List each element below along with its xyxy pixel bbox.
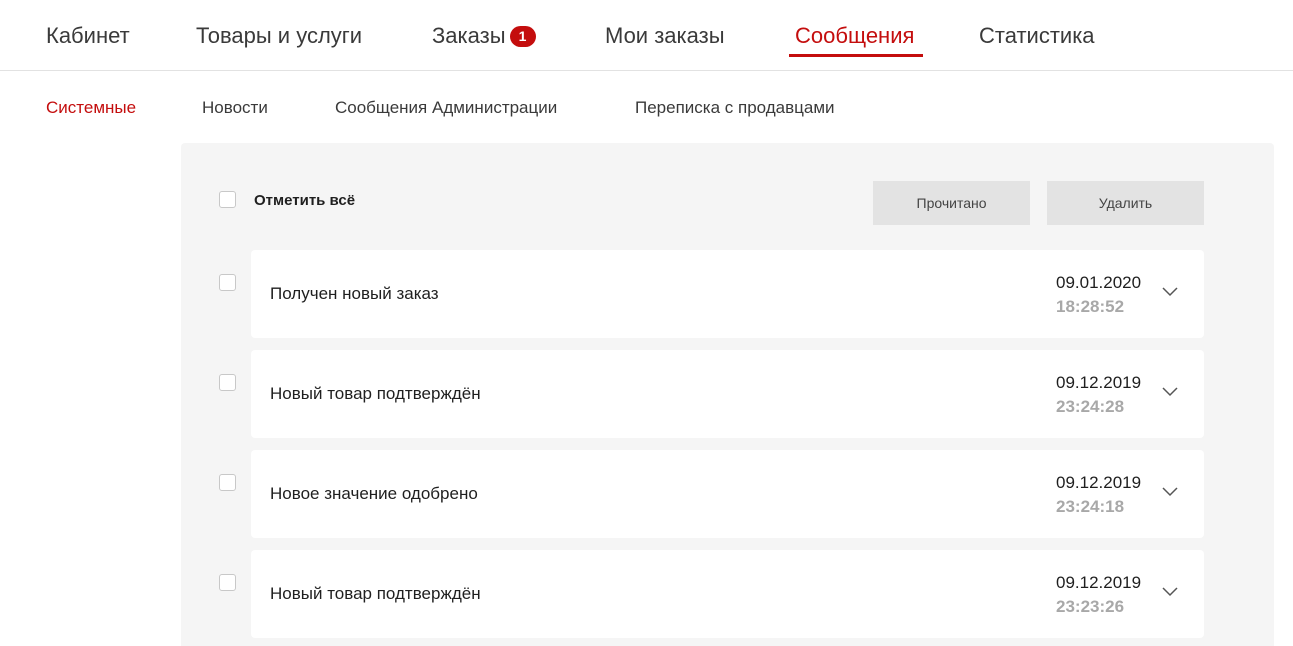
top-navigation: Кабинет Товары и услуги Заказы 1 Мои зака… <box>0 0 1293 71</box>
message-title: Новый товар подтверждён <box>270 584 481 603</box>
nav-item-products-services[interactable]: Товары и услуги <box>196 22 362 50</box>
message-checkbox[interactable] <box>219 574 236 591</box>
message-row[interactable]: Новое значение одобрено 09.12.2019 23:24… <box>251 450 1204 538</box>
select-all-label[interactable]: Отметить всё <box>254 191 355 211</box>
chevron-down-icon[interactable] <box>1162 487 1178 497</box>
sub-tab-label: Системные <box>46 98 137 117</box>
message-date: 09.12.2019 <box>1056 373 1142 392</box>
message-time: 23:24:28 <box>1056 397 1125 416</box>
message-date: 09.12.2019 <box>1056 573 1142 592</box>
message-title: Получен новый заказ <box>270 284 439 303</box>
sub-tab-admin-messages[interactable]: Сообщения Администрации <box>335 97 557 119</box>
active-tab-underline <box>789 54 923 57</box>
sub-tab-system[interactable]: Системные <box>46 97 136 119</box>
message-title: Новое значение одобрено <box>270 484 478 503</box>
delete-button[interactable]: Удалить <box>1047 181 1204 225</box>
message-row[interactable]: Новый товар подтверждён 09.12.2019 23:23… <box>251 550 1204 638</box>
message-row[interactable]: Новый товар подтверждён 09.12.2019 23:24… <box>251 350 1204 438</box>
nav-item-label: Товары и услуги <box>196 23 363 48</box>
sub-tab-news[interactable]: Новости <box>202 97 268 119</box>
sub-tab-seller-correspondence[interactable]: Переписка с продавцами <box>635 97 835 119</box>
chevron-down-icon[interactable] <box>1162 387 1178 397</box>
nav-item-label: Заказы <box>432 23 506 48</box>
chevron-down-icon[interactable] <box>1162 587 1178 597</box>
nav-item-label: Статистика <box>979 23 1095 48</box>
message-time: 23:24:18 <box>1056 497 1125 516</box>
message-date: 09.12.2019 <box>1056 473 1142 492</box>
nav-item-messages[interactable]: Сообщения <box>795 22 914 50</box>
sub-tab-label: Переписка с продавцами <box>635 98 835 117</box>
sub-tab-label: Новости <box>202 98 268 117</box>
nav-item-label: Кабинет <box>46 23 130 48</box>
message-time: 18:28:52 <box>1056 297 1125 316</box>
nav-item-label: Мои заказы <box>605 23 725 48</box>
sub-tab-label: Сообщения Администрации <box>335 98 558 117</box>
mark-read-button[interactable]: Прочитано <box>873 181 1030 225</box>
nav-item-label: Сообщения <box>795 23 915 48</box>
message-checkbox[interactable] <box>219 474 236 491</box>
nav-item-my-orders[interactable]: Мои заказы <box>605 22 725 50</box>
orders-count-badge: 1 <box>509 26 536 47</box>
nav-item-statistics[interactable]: Статистика <box>979 22 1095 50</box>
message-time: 23:23:26 <box>1056 597 1125 616</box>
message-title: Новый товар подтверждён <box>270 384 481 403</box>
message-checkbox[interactable] <box>219 374 236 391</box>
nav-item-orders[interactable]: Заказы 1 <box>432 22 536 50</box>
chevron-down-icon[interactable] <box>1162 287 1178 297</box>
message-date: 09.01.2020 <box>1056 273 1142 292</box>
message-row[interactable]: Получен новый заказ 09.01.2020 18:28:52 <box>251 250 1204 338</box>
message-checkbox[interactable] <box>219 274 236 291</box>
select-all-checkbox[interactable] <box>219 191 236 208</box>
nav-item-cabinet[interactable]: Кабинет <box>46 22 130 50</box>
